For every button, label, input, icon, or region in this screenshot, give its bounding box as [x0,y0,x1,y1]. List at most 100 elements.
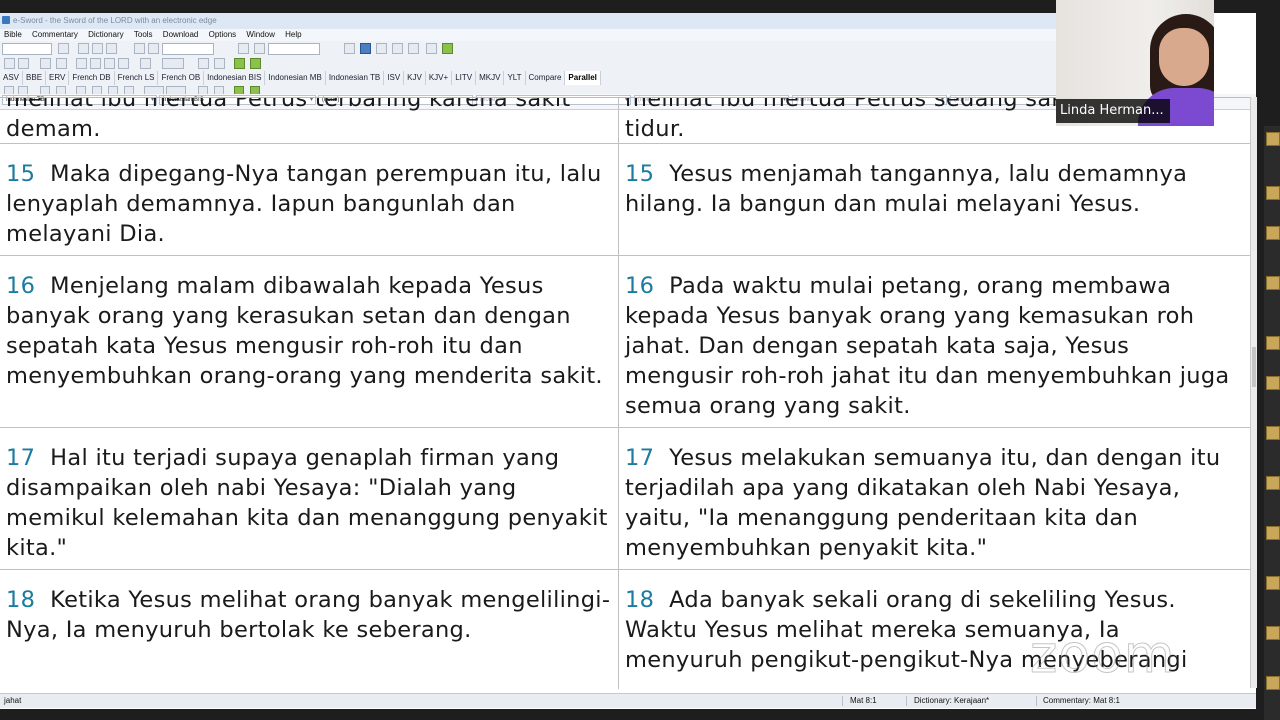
forward-icon[interactable] [92,43,103,54]
strip-tab-icon[interactable] [1266,676,1280,690]
paste-icon[interactable] [18,58,29,69]
tab-mkjv[interactable]: MKJV [476,71,505,85]
verse-cell[interactable]: 16 Menjelang malam dibawalah kepada Yesu… [0,256,618,428]
parallel-verses-pane[interactable]: melihat ibu mertua Petrus terbaring kare… [0,97,1250,689]
font-icon[interactable] [162,58,184,69]
copy-icon[interactable] [134,43,145,54]
tab-litv[interactable]: LITV [452,71,477,85]
verse-text: Ada banyak sekali orang di sekeliling Ye… [625,587,1188,673]
download-icon[interactable] [442,43,453,54]
tab-indonesian-mb[interactable]: Indonesian MB [265,71,326,85]
strip-tab-icon[interactable] [1266,626,1280,640]
menu-download[interactable]: Download [159,29,203,41]
back-icon[interactable] [78,43,89,54]
verse-combo[interactable] [268,43,320,55]
search-combo[interactable] [162,43,214,55]
tab-french-ob[interactable]: French OB [158,71,205,85]
tab-compare[interactable]: Compare [526,71,566,85]
verse-number: 16 [625,273,655,299]
verse-text: Hal itu terjadi supaya genaplah firman y… [6,445,608,561]
parallel-view-icon[interactable] [360,43,371,54]
tab-ylt[interactable]: YLT [504,71,526,85]
tab-isv[interactable]: ISV [384,71,405,85]
tab-indonesian-tb[interactable]: Indonesian TB [326,71,385,85]
tab-kjv-plus[interactable]: KJV+ [426,71,453,85]
zoom-icon[interactable] [198,58,209,69]
tab-indonesian-bis[interactable]: Indonesian BIS [204,71,266,85]
tab-french-db[interactable]: French DB [69,71,115,85]
strip-tab-icon[interactable] [1266,426,1280,440]
menu-help[interactable]: Help [281,29,305,41]
verse-text: Yesus menjamah tangannya, lalu demamnya … [625,161,1188,217]
list-icon[interactable] [76,58,87,69]
verse-cell[interactable]: 17 Yesus melakukan semuanya itu, dan den… [619,428,1250,570]
status-commentary[interactable]: Commentary: Mat 8:1 [1043,694,1120,708]
strip-tab-icon[interactable] [1266,186,1280,200]
bible-icon[interactable] [58,43,69,54]
verse-number: 17 [625,445,655,471]
menu-commentary[interactable]: Commentary [28,29,82,41]
menu-tools[interactable]: Tools [130,29,157,41]
bold-icon[interactable] [40,58,51,69]
status-dictionary[interactable]: Dictionary: Kerajaan* [914,694,989,708]
status-separator [906,696,907,706]
indent-icon[interactable] [104,58,115,69]
verse-cell[interactable]: 15 Maka dipegang-Nya tangan perempuan it… [0,144,618,256]
verse-cell[interactable]: 18 Ketika Yesus melihat orang banyak men… [0,570,618,689]
align-icon[interactable] [90,58,101,69]
tab-erv[interactable]: ERV [46,71,70,85]
print-icon[interactable] [426,43,437,54]
strip-tab-icon[interactable] [1266,526,1280,540]
strip-tab-icon[interactable] [1266,132,1280,146]
toolbar-main [0,41,1056,57]
sync-back-icon[interactable] [234,58,245,69]
cut-icon[interactable] [4,58,15,69]
grid-view-icon[interactable] [408,43,419,54]
menu-dictionary[interactable]: Dictionary [84,29,128,41]
menu-bible[interactable]: Bible [0,29,26,41]
strip-tab-icon[interactable] [1266,276,1280,290]
status-reference[interactable]: Mat 8:1 [850,694,877,708]
scrollbar-thumb[interactable] [1252,347,1256,387]
strip-tab-icon[interactable] [1266,576,1280,590]
tab-asv[interactable]: ASV [0,71,24,85]
verse-number: 15 [625,161,655,187]
strip-tab-icon[interactable] [1266,226,1280,240]
verse-cell[interactable]: 15 Yesus menjamah tangannya, lalu demamn… [619,144,1250,256]
verse-cell[interactable]: 18 Ada banyak sekali orang di sekeliling… [619,570,1250,689]
sync-forward-icon[interactable] [250,58,261,69]
menu-window[interactable]: Window [242,29,278,41]
status-bar: jahat Mat 8:1 Dictionary: Kerajaan* Comm… [0,693,1256,708]
tab-parallel[interactable]: Parallel [565,71,601,85]
split-view-icon[interactable] [376,43,387,54]
participant-name: Linda Herman... [1056,99,1170,123]
edit-icon[interactable] [238,43,249,54]
strip-tab-icon[interactable] [1266,376,1280,390]
bible-tabs: ASV BBE ERV French DB French LS French OB Indo… [0,71,1056,86]
vertical-scrollbar[interactable] [1250,97,1257,688]
bookmark-icon[interactable] [254,43,265,54]
verse-cell[interactable]: melihat ibu mertua Petrus terbaring kare… [0,98,618,144]
strip-tab-icon[interactable] [1266,476,1280,490]
layout-icon[interactable] [344,43,355,54]
verse-cell[interactable]: 17 Hal itu terjadi supaya genaplah firma… [0,428,618,570]
verse-number: 18 [6,587,36,613]
verse-cell[interactable]: 16 Pada waktu mulai petang, orang membaw… [619,256,1250,428]
outdent-icon[interactable] [118,58,129,69]
page-icon[interactable] [214,58,225,69]
history-icon[interactable] [106,43,117,54]
italic-icon[interactable] [56,58,67,69]
search-icon[interactable] [148,43,159,54]
book-combo[interactable] [2,43,52,55]
verse-number: 15 [6,161,36,187]
tab-french-ls[interactable]: French LS [115,71,159,85]
column-view-icon[interactable] [392,43,403,54]
menu-options[interactable]: Options [205,29,241,41]
tab-kjv[interactable]: KJV [404,71,426,85]
verse-number: 17 [6,445,36,471]
verse-text: Maka dipegang-Nya tangan perempuan itu, … [6,161,602,247]
webcam-tile[interactable]: Linda Herman... [1056,0,1214,126]
format-icon[interactable] [140,58,151,69]
strip-tab-icon[interactable] [1266,336,1280,350]
tab-bbe[interactable]: BBE [23,71,47,85]
